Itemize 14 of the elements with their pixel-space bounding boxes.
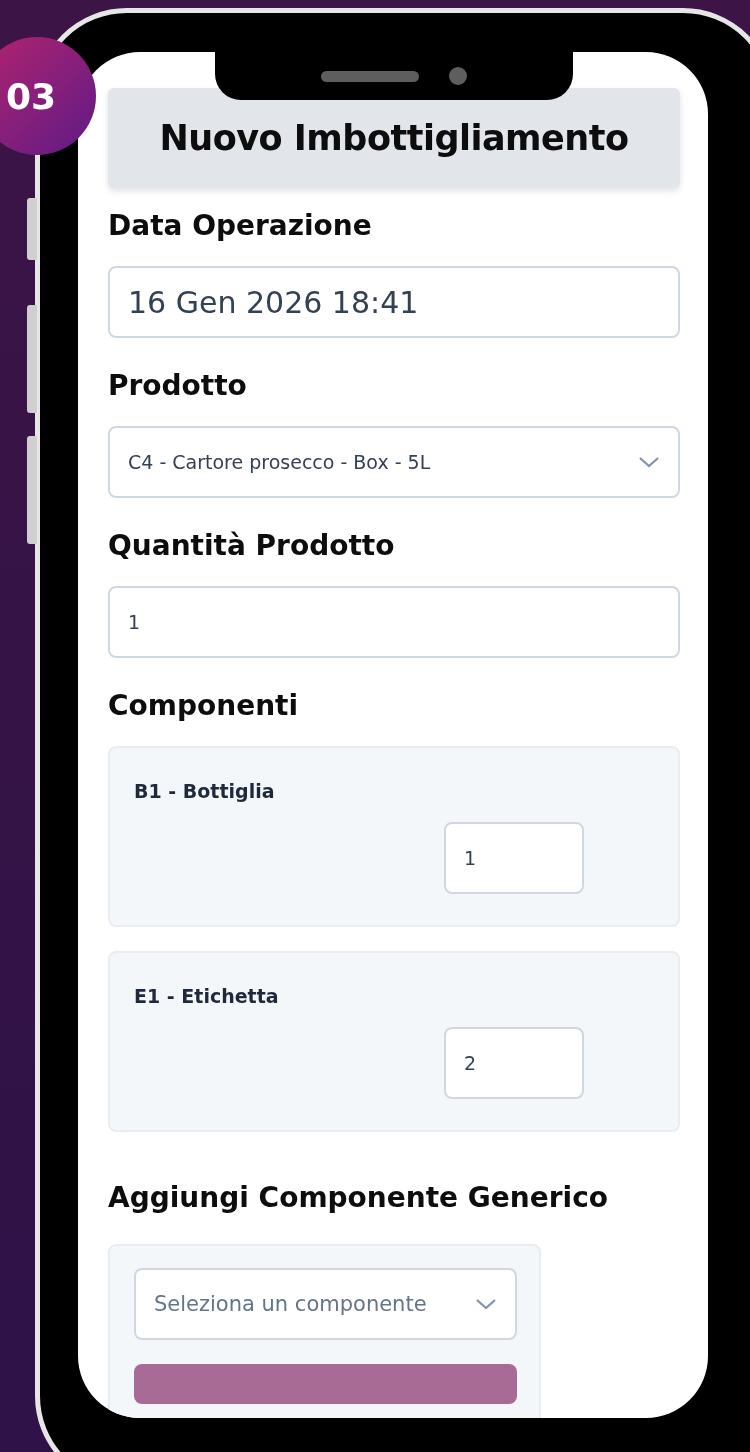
component-select[interactable]: Seleziona un componente [134, 1268, 517, 1340]
component-quantity-field[interactable]: 2 [444, 1027, 584, 1099]
field-label: Prodotto [108, 368, 248, 404]
component-name: B1 - Bottiglia [134, 780, 276, 802]
date-field[interactable]: 16 Gen 2026 18:41 [108, 266, 680, 338]
quantity-field[interactable]: 1 [108, 586, 680, 658]
field-label: Data Operazione [108, 208, 373, 244]
product-select[interactable]: C4 - Cartore prosecco - Box - 5L [108, 426, 680, 498]
component-name: E1 - Etichetta [134, 985, 280, 1007]
component-quantity-field[interactable]: 1 [444, 822, 584, 894]
section-heading: Componenti [108, 688, 300, 724]
field-label: Quantità Prodotto [108, 528, 396, 564]
page-title: Nuovo Imbottigliamento [159, 118, 629, 158]
section-heading: Aggiungi Componente Generico [108, 1180, 609, 1216]
